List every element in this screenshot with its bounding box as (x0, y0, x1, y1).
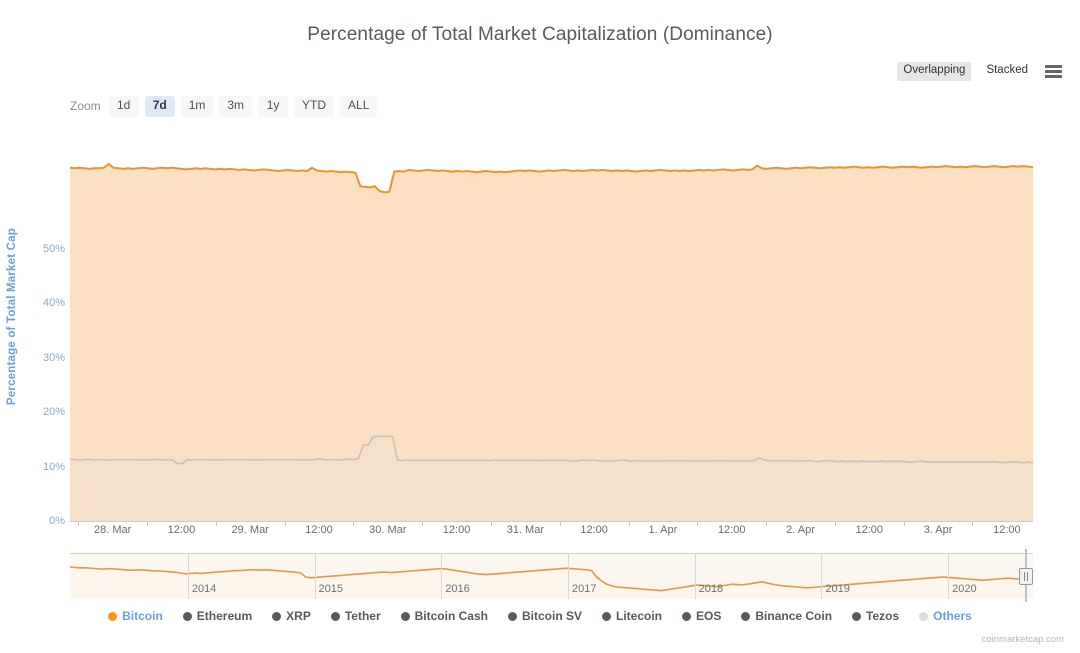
legend-label: Tezos (866, 609, 900, 623)
x-axis-tick: 12:00 (580, 524, 608, 536)
navigator-year: 2016 (445, 583, 470, 595)
series-area-others (70, 436, 1033, 521)
legend-item-eos[interactable]: EOS (682, 610, 721, 622)
legend-marker-icon (682, 611, 692, 621)
legend-marker-icon (182, 611, 192, 621)
x-axis-tick-mark (559, 521, 561, 526)
legend-marker-icon (330, 611, 340, 621)
gridline (70, 357, 1033, 359)
y-axis-title: Percentage of Total Market Cap (6, 228, 18, 406)
navigator-year: 2017 (571, 583, 597, 595)
x-axis-tick: 12:00 (167, 524, 196, 536)
x-axis-tick: 2. Apr (786, 524, 815, 536)
legend-marker-icon (272, 611, 282, 621)
series-line-bitcoin (69, 162, 1034, 194)
navigator-handle-grip[interactable] (1019, 568, 1033, 585)
gridline (70, 194, 1033, 196)
legend-label: XRP (286, 609, 311, 623)
x-axis-tick-mark (972, 521, 974, 526)
x-axis-tick-mark (215, 521, 217, 526)
x-axis-tick: 29. Mar (231, 524, 269, 536)
x-axis-tick: 28. Mar (93, 524, 132, 536)
y-axis-tick: 50% (42, 242, 65, 255)
x-axis-tick-mark (697, 521, 699, 526)
legend-marker-icon (919, 611, 929, 621)
legend-item-others[interactable]: Others (919, 610, 972, 622)
legend-label: EOS (696, 609, 722, 623)
legend-item-xrp[interactable]: XRP (272, 610, 311, 622)
x-axis-tick: 3. Apr (923, 524, 953, 536)
legend-item-binance-coin[interactable]: Binance Coin (741, 610, 832, 622)
series-line-others (70, 435, 1034, 465)
x-axis-tick-mark (353, 521, 355, 526)
x-axis-tick: 12:00 (717, 524, 746, 536)
x-axis-tick: 12:00 (442, 524, 471, 536)
x-axis-tick: 1. Apr (648, 524, 678, 536)
gridline (70, 248, 1033, 250)
navigator-year: 2018 (698, 583, 724, 595)
chart-navigator[interactable]: 2014 2015 2016 2017 2018 2019 2020 (70, 553, 1033, 599)
x-axis-tick-mark (903, 521, 905, 526)
x-axis-tick-mark (78, 521, 80, 526)
legend-label: Tether (344, 609, 381, 623)
legend-label: Bitcoin (122, 609, 163, 623)
legend-item-ethereum[interactable]: Ethereum (182, 609, 253, 623)
legend-marker-icon (400, 611, 410, 621)
x-axis-line (70, 521, 1033, 522)
x-axis-tick-mark (490, 521, 492, 526)
legend-item-bitcoin-cash[interactable]: Bitcoin Cash (400, 609, 488, 623)
legend-label: Others (933, 609, 972, 623)
y-axis-tick: 20% (42, 406, 65, 419)
legend-marker-icon (602, 611, 611, 621)
x-axis-tick-mark (422, 521, 424, 526)
y-axis-tick: 10% (42, 460, 65, 473)
x-axis-tick: 30. Mar (369, 524, 407, 536)
legend-marker-icon (507, 611, 517, 621)
x-axis-tick-mark (766, 521, 768, 526)
credits-label: coinmarketcap.com (981, 634, 1064, 645)
x-axis-tick-mark (284, 521, 286, 526)
gridline (70, 412, 1033, 414)
legend-item-bitcoin[interactable]: Bitcoin (108, 610, 163, 622)
gridline (70, 466, 1033, 468)
y-axis-tick: 30% (42, 351, 65, 364)
navigator-year: 2015 (318, 583, 344, 595)
navigator-handle-right[interactable] (1019, 549, 1033, 602)
y-axis-tick: 0% (49, 515, 65, 527)
x-axis-tick-mark (147, 521, 149, 526)
legend-label: Ethereum (196, 609, 253, 623)
legend-marker-icon (108, 611, 118, 621)
legend-label: Bitcoin SV (521, 609, 582, 623)
legend-label: Bitcoin Cash (414, 609, 488, 623)
navigator-year: 2020 (952, 583, 977, 595)
legend-item-tether[interactable]: Tether (330, 609, 381, 623)
legend-item-bitcoin-sv[interactable]: Bitcoin SV (507, 609, 582, 623)
navigator-year: 2019 (825, 583, 850, 595)
legend-marker-icon (852, 611, 862, 621)
legend-label: Binance Coin (755, 609, 833, 623)
y-axis-tick: 40% (42, 297, 65, 310)
y-axis-tick-labels: 0% 10% 20% 30% 40% 50% (20, 0, 65, 653)
x-axis-tick: 12:00 (993, 524, 1021, 536)
chart-legend: Bitcoin Ethereum XRP Tether Bitcoin Cash Bitc… (0, 610, 1080, 622)
x-axis-tick: 31. Mar (506, 524, 545, 536)
x-axis-tick-mark (628, 521, 630, 526)
gridline (70, 303, 1033, 305)
x-axis-tick-mark (834, 521, 836, 526)
legend-item-tezos[interactable]: Tezos (852, 610, 899, 622)
x-axis-tick: 12:00 (855, 524, 884, 536)
legend-item-litecoin[interactable]: Litecoin (602, 610, 662, 622)
legend-label: Litecoin (616, 609, 663, 623)
navigator-year: 2014 (191, 583, 217, 595)
x-axis-tick: 12:00 (305, 524, 333, 536)
legend-marker-icon (741, 611, 751, 621)
